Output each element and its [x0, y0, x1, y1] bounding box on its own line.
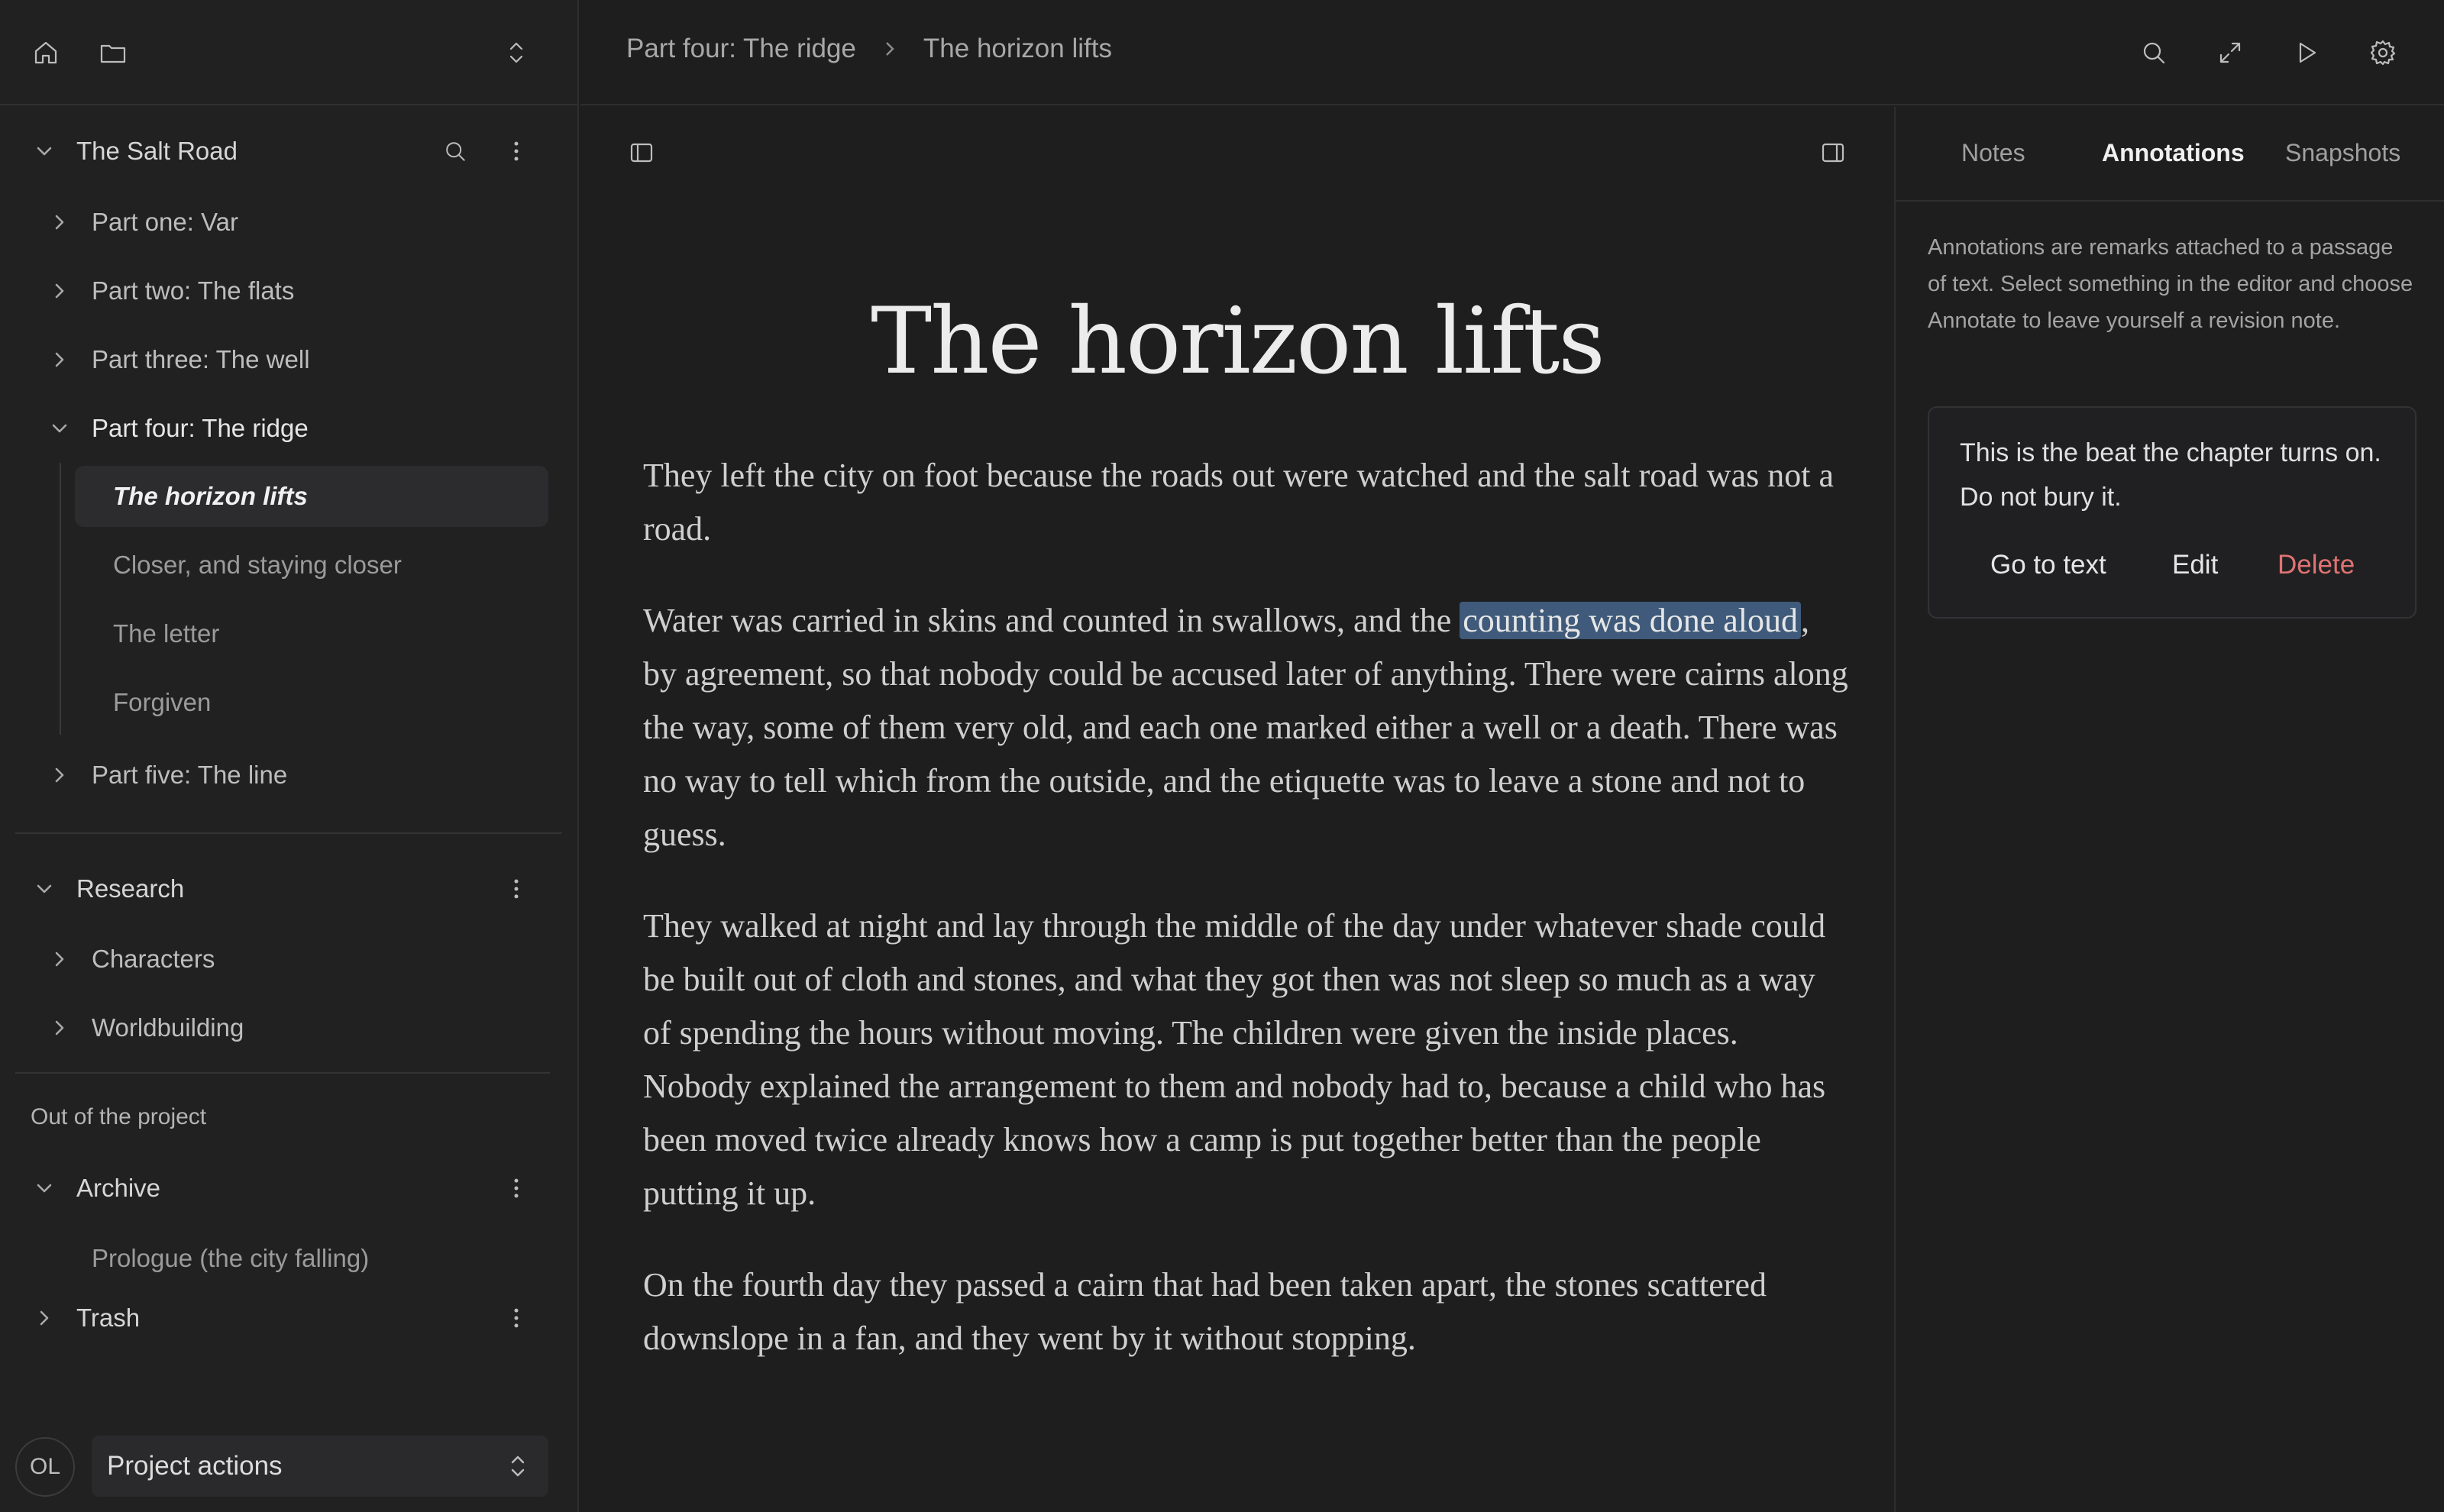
- chevron-right-icon[interactable]: [44, 760, 75, 790]
- paragraph: They left the city on foot because the r…: [643, 457, 1834, 548]
- part-label: Part one: Var: [92, 208, 238, 236]
- chevron-updown-icon: [511, 1455, 525, 1477]
- annotations-help-text: Annotations are remarks attached to a pa…: [1928, 235, 2413, 333]
- expand-icon[interactable]: [2206, 28, 2255, 77]
- paragraph: Water was carried in skins and counted i…: [643, 594, 1850, 861]
- research-title: Research: [76, 874, 185, 903]
- chevron-down-icon[interactable]: [29, 874, 60, 904]
- sidebar-footer: OL Project actions: [0, 1420, 577, 1512]
- sidebar-item-scene[interactable]: Forgiven: [113, 672, 211, 733]
- archive-row[interactable]: Archive: [29, 1158, 160, 1219]
- sidebar-item-prologue[interactable]: Prologue (the city falling): [92, 1228, 369, 1289]
- text-run: , by agreement, so that nobody could be …: [643, 602, 1848, 853]
- sidebar-item-part-two[interactable]: Part two: The flats: [44, 260, 294, 321]
- research-row[interactable]: Research: [29, 858, 184, 919]
- sidebar-item-part-five[interactable]: Part five: The line: [44, 745, 287, 806]
- chevron-down-icon[interactable]: [44, 413, 75, 444]
- project-actions-label: Project actions: [107, 1451, 283, 1481]
- sidebar-item-scene[interactable]: The letter: [113, 603, 219, 664]
- delete-button[interactable]: Delete: [2278, 550, 2355, 580]
- document-body[interactable]: They left the city on foot because the r…: [643, 449, 1850, 1404]
- scene-label: The letter: [113, 619, 220, 648]
- search-icon[interactable]: [2129, 28, 2178, 77]
- part-label: Part three: The well: [92, 345, 310, 373]
- divider: [15, 1072, 550, 1074]
- sidebar: The Salt Road Part one: Var Part two: Th…: [0, 0, 579, 1512]
- avatar[interactable]: OL: [15, 1437, 75, 1497]
- breadcrumb-part[interactable]: Part four: The ridge: [626, 34, 856, 64]
- chevron-updown-icon[interactable]: [492, 28, 541, 77]
- sidebar-item-scene[interactable]: Closer, and staying closer: [113, 535, 402, 596]
- chevron-right-icon[interactable]: [29, 1303, 60, 1333]
- tab-snapshots[interactable]: Snapshots: [2285, 139, 2400, 167]
- sidebar-item-part-one[interactable]: Part one: Var: [44, 192, 238, 253]
- chevron-right-icon[interactable]: [44, 1013, 75, 1043]
- scene-label: The horizon lifts: [113, 482, 308, 510]
- folder-icon[interactable]: [89, 28, 137, 77]
- right-panel: Notes Annotations Snapshots Annotations …: [1894, 107, 2444, 1512]
- tab-annotations[interactable]: Annotations: [2102, 139, 2245, 167]
- text-run: Water was carried in skins and counted i…: [643, 602, 1460, 639]
- sidebar-item-part-three[interactable]: Part three: The well: [44, 329, 310, 390]
- trash-row[interactable]: Trash: [29, 1287, 140, 1349]
- annotated-highlight[interactable]: counting was done aloud: [1460, 602, 1801, 639]
- tree-guide-line: [60, 463, 61, 735]
- edit-button[interactable]: Edit: [2172, 550, 2218, 580]
- project-title: The Salt Road: [76, 137, 238, 165]
- more-options-icon[interactable]: [492, 864, 541, 913]
- more-options-icon[interactable]: [492, 1164, 541, 1213]
- more-options-icon[interactable]: [492, 1294, 541, 1342]
- archive-title: Archive: [76, 1174, 161, 1202]
- document-title[interactable]: The horizon lifts: [580, 289, 1894, 395]
- scene-label: Closer, and staying closer: [113, 551, 402, 579]
- tab-notes[interactable]: Notes: [1961, 139, 2025, 167]
- research-item-label: Characters: [92, 945, 215, 973]
- sidebar-header: [0, 0, 577, 105]
- home-icon[interactable]: [21, 28, 70, 77]
- sidebar-item-worldbuilding[interactable]: Worldbuilding: [44, 997, 244, 1058]
- gear-icon[interactable]: [2358, 28, 2407, 77]
- editor: The horizon lifts They left the city on …: [580, 107, 1894, 1512]
- divider: [15, 832, 562, 834]
- scene-label: Forgiven: [113, 688, 212, 716]
- top-bar: Part four: The ridge The horizon lifts: [580, 0, 2444, 105]
- play-icon[interactable]: [2282, 28, 2331, 77]
- annotation-text: This is the beat the chapter turns on. D…: [1960, 438, 2381, 512]
- part-label: Part five: The line: [92, 761, 288, 789]
- search-icon[interactable]: [431, 127, 480, 176]
- sidebar-item-part-four[interactable]: Part four: The ridge: [44, 398, 309, 459]
- part-label: Part two: The flats: [92, 276, 295, 305]
- chevron-right-icon[interactable]: [44, 276, 75, 306]
- annotation-card: This is the beat the chapter turns on. D…: [1928, 406, 2417, 619]
- sidebar-item-characters[interactable]: Characters: [44, 929, 215, 990]
- go-to-text-button[interactable]: Go to text: [1990, 550, 2106, 580]
- trash-title: Trash: [76, 1304, 141, 1332]
- chevron-right-icon: [886, 42, 894, 56]
- right-sidebar-icon[interactable]: [1809, 128, 1857, 177]
- chevron-right-icon[interactable]: [44, 207, 75, 237]
- chevron-right-icon[interactable]: [44, 344, 75, 375]
- sidebar-item-scene-active[interactable]: The horizon lifts: [113, 466, 308, 527]
- chevron-right-icon[interactable]: [44, 944, 75, 974]
- project-row[interactable]: The Salt Road: [29, 121, 238, 182]
- more-options-icon[interactable]: [492, 127, 541, 176]
- archive-item-label: Prologue (the city falling): [92, 1244, 370, 1272]
- left-sidebar-icon[interactable]: [617, 128, 666, 177]
- research-item-label: Worldbuilding: [92, 1013, 244, 1042]
- paragraph: On the fourth day they passed a cairn th…: [643, 1266, 1767, 1357]
- panel-tabs: Notes Annotations Snapshots: [1896, 107, 2444, 202]
- part-label: Part four: The ridge: [92, 414, 309, 442]
- paragraph: They walked at night and lay through the…: [643, 907, 1826, 1212]
- breadcrumb-scene[interactable]: The horizon lifts: [923, 34, 1112, 64]
- project-actions-select[interactable]: Project actions: [92, 1436, 548, 1497]
- section-label: Out of the project: [31, 1104, 207, 1129]
- breadcrumb: Part four: The ridge The horizon lifts: [626, 34, 1112, 64]
- chevron-down-icon[interactable]: [29, 136, 60, 166]
- chevron-down-icon[interactable]: [29, 1173, 60, 1203]
